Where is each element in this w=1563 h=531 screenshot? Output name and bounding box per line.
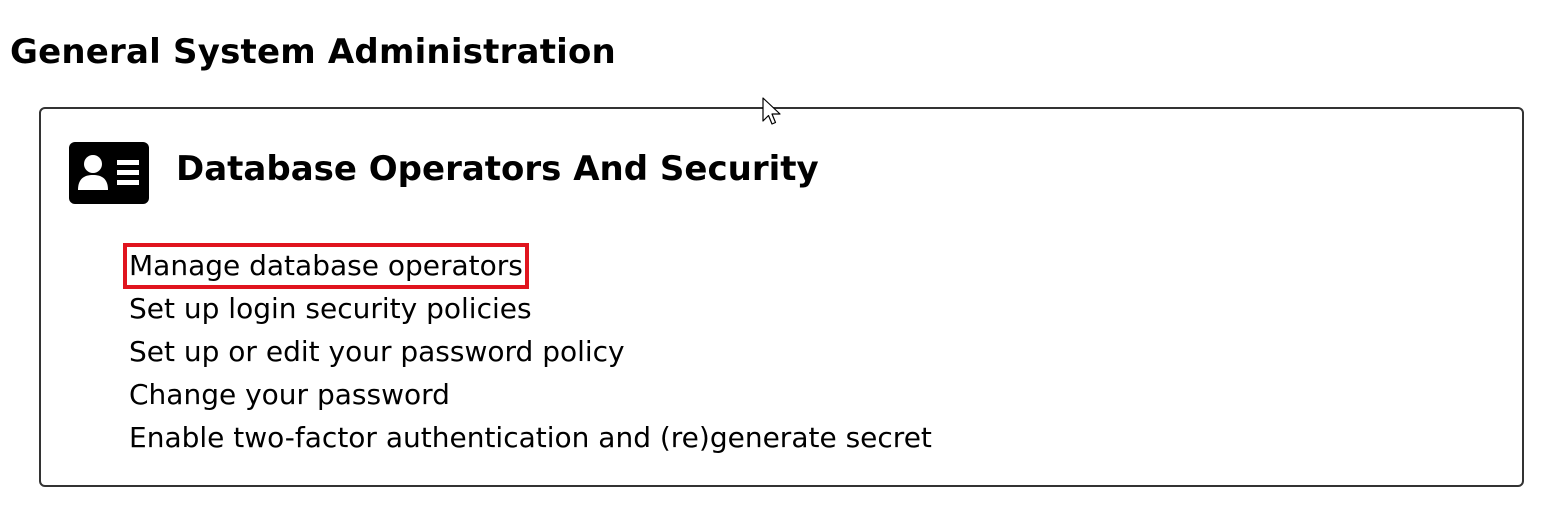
page: General System Administration Database O… — [0, 0, 1563, 531]
database-operators-card: Database Operators And Security Manage d… — [39, 107, 1524, 487]
link-label: Set up or edit your password policy — [129, 335, 625, 368]
page-title: General System Administration — [10, 32, 616, 72]
link-label: Set up login security policies — [129, 292, 532, 325]
password-policy-link[interactable]: Set up or edit your password policy — [127, 330, 934, 373]
link-label: Enable two-factor authentication and (re… — [129, 421, 932, 454]
two-factor-authentication-link[interactable]: Enable two-factor authentication and (re… — [127, 416, 934, 459]
mouse-pointer-icon — [762, 97, 781, 125]
change-password-link[interactable]: Change your password — [127, 373, 934, 416]
id-card-icon — [69, 142, 149, 204]
card-title: Database Operators And Security — [176, 149, 819, 189]
link-label: Manage database operators — [123, 243, 529, 289]
login-security-policies-link[interactable]: Set up login security policies — [127, 287, 934, 330]
link-label: Change your password — [129, 378, 450, 411]
admin-link-list: Manage database operators Set up login s… — [123, 243, 934, 459]
manage-database-operators-link[interactable]: Manage database operators — [123, 243, 934, 289]
